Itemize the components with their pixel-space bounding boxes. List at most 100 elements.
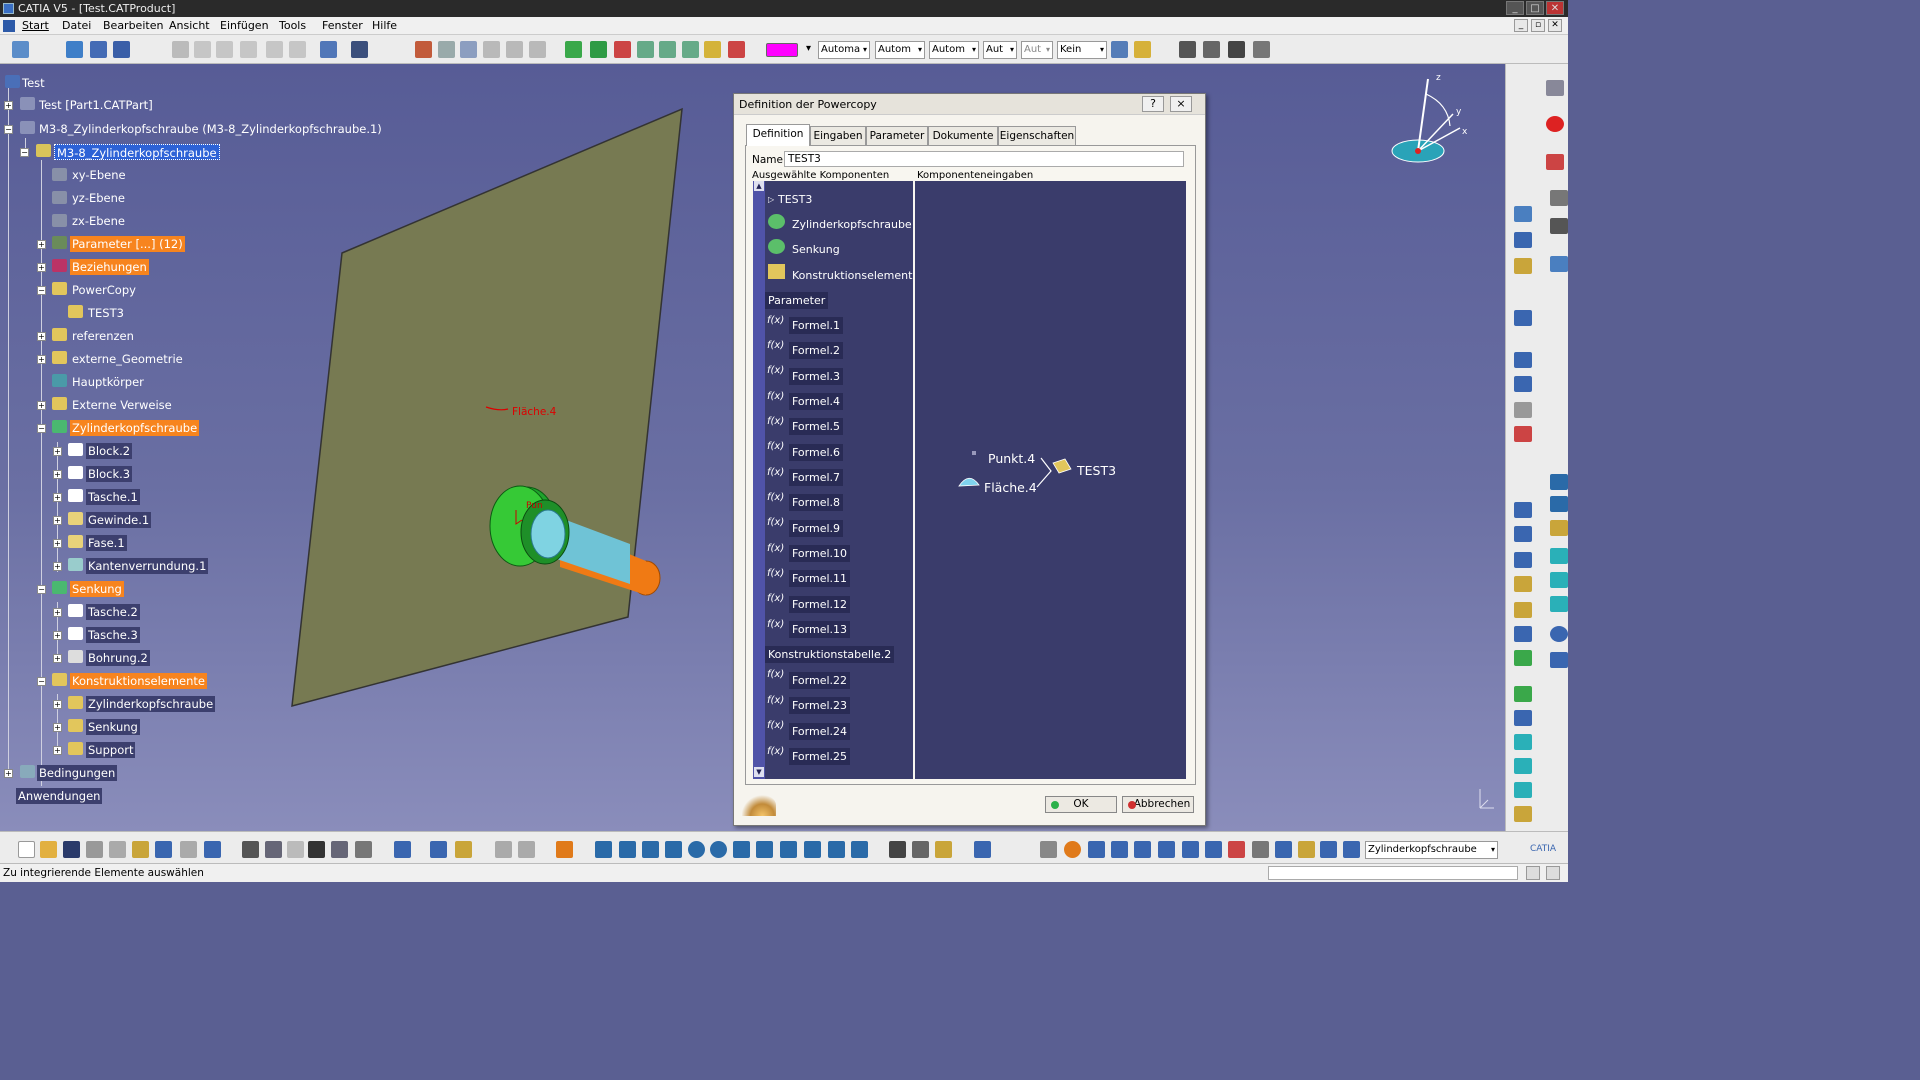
sketch-tool-icon[interactable] bbox=[1514, 206, 1532, 222]
collapse-toggle[interactable]: − bbox=[37, 585, 46, 594]
move-icon[interactable] bbox=[565, 41, 582, 58]
linetype-combo[interactable]: Autom ▾ bbox=[875, 41, 925, 59]
tree-part2[interactable]: M3-8_Zylinderkopfschraube (M3-8_Zylinder… bbox=[37, 121, 384, 137]
maximize-button[interactable]: □ bbox=[1526, 1, 1544, 15]
work-object-icon[interactable] bbox=[1343, 841, 1360, 858]
current-body-select[interactable]: Zylinderkopfschraube ▾ bbox=[1365, 841, 1498, 859]
layer-combo[interactable]: Kein ▾ bbox=[1057, 41, 1107, 59]
list-item-formel-5[interactable]: Formel.5 bbox=[789, 418, 844, 435]
update-all-icon[interactable] bbox=[394, 841, 411, 858]
compass-widget[interactable]: z y x bbox=[1391, 73, 1468, 163]
undo-icon[interactable] bbox=[155, 841, 172, 858]
list-item-formel-23[interactable]: Formel.23 bbox=[789, 697, 851, 714]
menu-hilfe[interactable]: Hilfe bbox=[372, 19, 397, 33]
doc-close-button[interactable]: ✕ bbox=[1548, 19, 1562, 32]
expand-toggle[interactable]: + bbox=[53, 562, 62, 571]
tree-block3[interactable]: Block.3 bbox=[86, 466, 133, 482]
command-input[interactable] bbox=[1268, 866, 1518, 880]
tree-k-support[interactable]: Support bbox=[86, 742, 136, 758]
open-folder-icon[interactable] bbox=[40, 841, 57, 858]
expand-toggle[interactable]: + bbox=[37, 240, 46, 249]
name-input[interactable]: TEST3 bbox=[784, 151, 1184, 167]
tree-k-zylinderkopfschraube[interactable]: Zylinderkopfschraube bbox=[86, 696, 216, 712]
tree-block2[interactable]: Block.2 bbox=[86, 443, 133, 459]
select-arrow-icon[interactable] bbox=[1550, 190, 1568, 206]
gear-icon[interactable] bbox=[1228, 41, 1245, 58]
line-tool-icon[interactable] bbox=[1550, 496, 1568, 512]
tree-tasche1[interactable]: Tasche.1 bbox=[86, 489, 140, 505]
tree-kantenverrundung1[interactable]: Kantenverrundung.1 bbox=[86, 558, 209, 574]
list-item-konstruktionstabelle-2[interactable]: Konstruktionstabelle.2 bbox=[765, 646, 895, 663]
design-table-icon[interactable] bbox=[355, 841, 372, 858]
menu-fenster[interactable]: Fenster bbox=[322, 19, 363, 33]
wireframe-icon[interactable] bbox=[1514, 502, 1532, 518]
formula-tool-icon[interactable] bbox=[242, 841, 259, 858]
tree-zylinderkopfschraube[interactable]: Zylinderkopfschraube bbox=[70, 420, 200, 436]
properties-painter-icon[interactable] bbox=[1111, 41, 1128, 58]
tree-bedingungen[interactable]: Bedingungen bbox=[37, 765, 118, 781]
point-tool-icon[interactable] bbox=[1550, 474, 1568, 490]
list-scrollbar[interactable]: ▲ ▼ bbox=[753, 181, 765, 779]
collapse-toggle[interactable]: − bbox=[37, 286, 46, 295]
help-icon[interactable] bbox=[204, 841, 221, 858]
selected-components-list[interactable]: ▲ ▼ ▷ TEST3 Zylinderkopfschraube Senkung… bbox=[753, 181, 913, 779]
menu-start[interactable]: Start bbox=[22, 19, 49, 33]
knowledge-icon-1[interactable] bbox=[1179, 41, 1196, 58]
measure-icon[interactable] bbox=[415, 41, 432, 58]
curve-icon[interactable] bbox=[1550, 256, 1568, 272]
list-item-formel-22[interactable]: Formel.22 bbox=[789, 672, 851, 689]
color-swatch[interactable] bbox=[766, 43, 798, 57]
expand-toggle[interactable]: + bbox=[53, 631, 62, 640]
shading-icon[interactable] bbox=[804, 841, 821, 858]
doc-restore-button[interactable]: ▫ bbox=[1531, 19, 1545, 32]
menu-ansicht[interactable]: Ansicht bbox=[169, 19, 210, 33]
snap-icon[interactable] bbox=[590, 41, 607, 58]
trim-icon[interactable] bbox=[1514, 626, 1532, 642]
measure-between-icon[interactable] bbox=[889, 841, 906, 858]
symmetry-icon[interactable] bbox=[1182, 841, 1199, 858]
publish-icon[interactable] bbox=[460, 41, 477, 58]
revolve-icon[interactable] bbox=[1550, 572, 1568, 588]
pdf-icon[interactable] bbox=[1546, 154, 1564, 170]
multi-view-icon[interactable] bbox=[756, 841, 773, 858]
scroll-up-arrow[interactable]: ▲ bbox=[754, 181, 764, 191]
expand-toggle[interactable]: + bbox=[37, 332, 46, 341]
ok-button[interactable]: OK bbox=[1045, 796, 1117, 813]
udf-icon[interactable] bbox=[455, 841, 472, 858]
tree-xy-plane[interactable]: xy-Ebene bbox=[70, 167, 128, 183]
abc-text-icon[interactable] bbox=[1514, 352, 1532, 368]
axis-icon[interactable] bbox=[1088, 841, 1105, 858]
expand-toggle[interactable]: + bbox=[53, 447, 62, 456]
expand-toggle[interactable]: + bbox=[4, 101, 13, 110]
expand-toggle[interactable]: + bbox=[53, 746, 62, 755]
tree-fase1[interactable]: Fase.1 bbox=[86, 535, 127, 551]
angle-icon[interactable] bbox=[682, 41, 699, 58]
tree-powercopy[interactable]: PowerCopy bbox=[70, 282, 138, 298]
rotate-icon[interactable] bbox=[665, 841, 682, 858]
analysis-icon[interactable] bbox=[1514, 426, 1532, 442]
tree-tasche2[interactable]: Tasche.2 bbox=[86, 604, 140, 620]
tree-gewinde1[interactable]: Gewinde.1 bbox=[86, 512, 152, 528]
collapse-toggle[interactable]: − bbox=[4, 125, 13, 134]
pan-icon[interactable] bbox=[642, 841, 659, 858]
list-item-formel-9[interactable]: Formel.9 bbox=[789, 520, 844, 537]
edit-icon[interactable] bbox=[1514, 310, 1532, 326]
tree-referenzen[interactable]: referenzen bbox=[70, 328, 136, 344]
list-item-formel-12[interactable]: Formel.12 bbox=[789, 596, 851, 613]
expand-toggle[interactable]: + bbox=[37, 355, 46, 364]
expand-toggle[interactable]: + bbox=[4, 769, 13, 778]
start-menu-icon[interactable] bbox=[3, 20, 15, 32]
boolean-icon[interactable] bbox=[1064, 841, 1081, 858]
dialog-help-button[interactable]: ? bbox=[1142, 96, 1164, 112]
expand-toggle[interactable]: + bbox=[53, 470, 62, 479]
list-item-formel-24[interactable]: Formel.24 bbox=[789, 723, 851, 740]
cut-icon[interactable] bbox=[86, 841, 103, 858]
reframe-icon[interactable] bbox=[1040, 841, 1057, 858]
menu-datei[interactable]: Datei bbox=[62, 19, 91, 33]
comment-icon[interactable] bbox=[265, 841, 282, 858]
law-icon[interactable] bbox=[331, 841, 348, 858]
extract-icon[interactable] bbox=[1514, 686, 1532, 702]
expand-toggle[interactable]: + bbox=[53, 700, 62, 709]
projection-icon[interactable] bbox=[1514, 526, 1532, 542]
constraint-tool-icon[interactable] bbox=[1228, 841, 1245, 858]
